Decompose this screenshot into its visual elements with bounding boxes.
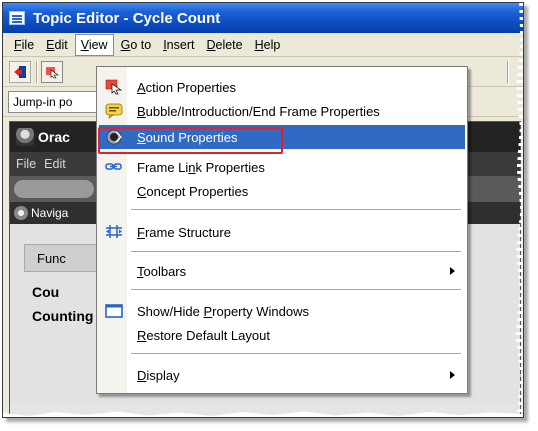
menu-item-label: Toolbars (137, 263, 187, 279)
menu-item-label: Show/Hide Property Windows (137, 303, 309, 319)
function-tab[interactable]: Func (24, 244, 104, 272)
exit-icon (14, 66, 26, 78)
window-title: Topic Editor - Cycle Count (33, 9, 221, 27)
menu-bar: File Edit View Go to Insert Delete Help (3, 33, 523, 57)
exit-button[interactable] (9, 61, 31, 83)
menu-item-frame-structure[interactable]: Frame Structure (99, 220, 465, 244)
menu-item-frame-link-properties[interactable]: Frame Link Properties (99, 155, 465, 179)
inner-toolbar-pill[interactable] (14, 180, 94, 198)
frame-link-icon (105, 163, 122, 170)
menu-item-label: Frame Structure (137, 224, 231, 240)
menu-item-show-hide-property-windows[interactable]: Show/Hide Property Windows (99, 299, 465, 323)
frame-structure-icon (106, 225, 122, 238)
navigator-label: Naviga (31, 206, 69, 220)
menu-insert[interactable]: Insert (158, 35, 199, 55)
menu-view[interactable]: View (74, 33, 114, 56)
menu-item-label: Concept Properties (137, 183, 249, 199)
menu-item-restore-default-layout[interactable]: Restore Default Layout (99, 323, 465, 347)
submenu-arrow-icon (450, 267, 455, 275)
inner-title: Orac (38, 129, 70, 145)
action-properties-toolbar-icon (45, 65, 59, 79)
menu-item-label: Frame Link Properties (137, 159, 265, 175)
menu-item-toolbars[interactable]: Toolbars (99, 259, 465, 283)
navigator-icon (14, 206, 28, 220)
topic-editor-icon (9, 11, 25, 25)
submenu-arrow-icon (450, 371, 455, 379)
inner-menu-edit[interactable]: Edit (44, 157, 66, 171)
cou-heading: Cou (32, 284, 60, 300)
menu-item-display[interactable]: Display (99, 363, 465, 387)
menu-go-to[interactable]: Go to (116, 35, 157, 55)
action-toolbar-button[interactable] (41, 61, 63, 83)
bubble-icon (105, 103, 123, 119)
menu-item-sound-properties[interactable]: Sound Properties (99, 125, 465, 149)
menu-item-label: Bubble/Introduction/End Frame Properties (137, 103, 380, 119)
menu-item-label: Sound Properties (137, 129, 238, 145)
view-dropdown-menu: Action Properties Bubble/Introduction/En… (96, 66, 468, 394)
action-properties-icon (105, 79, 123, 95)
menu-item-label: Restore Default Layout (137, 327, 270, 343)
title-bar: Topic Editor - Cycle Count (3, 3, 523, 33)
menu-item-label: Display (137, 367, 180, 383)
window-icon (105, 304, 123, 318)
sound-icon (106, 129, 122, 145)
menu-file[interactable]: File (9, 35, 39, 55)
menu-item-concept-properties[interactable]: Concept Properties (99, 179, 465, 203)
menu-edit[interactable]: Edit (41, 35, 73, 55)
menu-delete[interactable]: Delete (201, 35, 247, 55)
menu-help[interactable]: Help (250, 35, 286, 55)
menu-item-bubble-properties[interactable]: Bubble/Introduction/End Frame Properties (99, 99, 465, 123)
inner-menu-file[interactable]: File (16, 157, 36, 171)
menu-item-label: Action Properties (137, 79, 236, 95)
oracle-icon (16, 128, 34, 146)
menu-item-action-properties[interactable]: Action Properties (99, 75, 465, 99)
